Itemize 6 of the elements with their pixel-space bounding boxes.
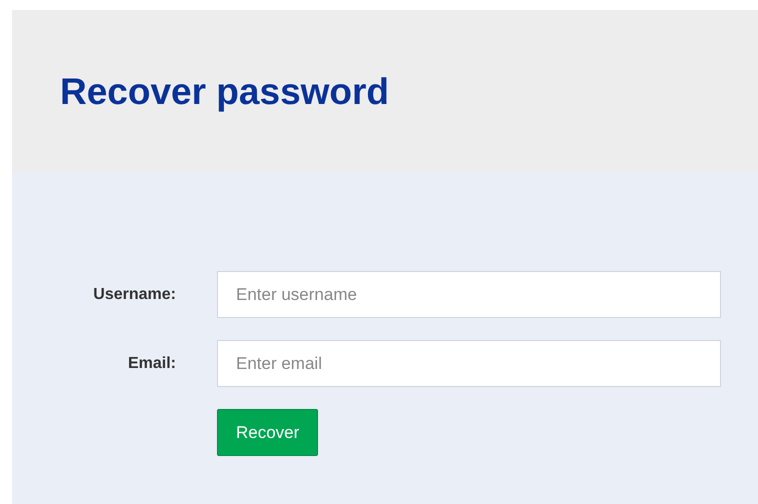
input-field[interactable]: Enter username <box>217 271 721 318</box>
field-label: Username: <box>92 284 176 304</box>
input-field[interactable]: Enter email <box>217 340 721 387</box>
page-title: Recover password <box>60 72 390 110</box>
field-label: Email: <box>126 354 176 374</box>
recover-button[interactable]: Recover <box>217 409 318 456</box>
